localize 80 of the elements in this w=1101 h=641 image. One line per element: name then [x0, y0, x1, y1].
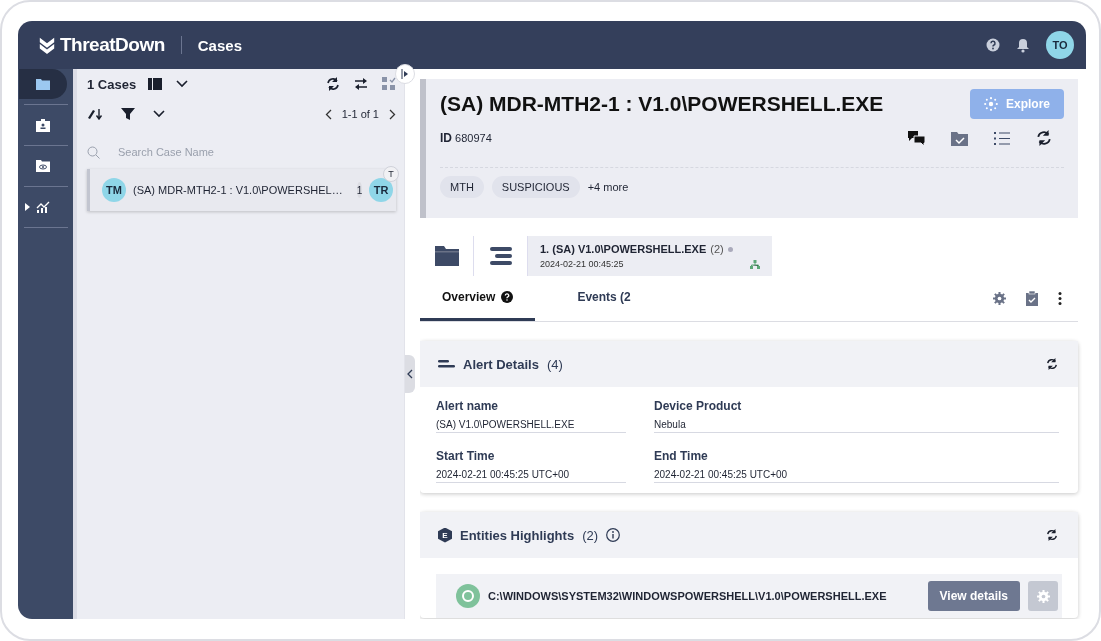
case-id: ID 680974 — [440, 131, 492, 145]
field-value: Nebula — [654, 419, 687, 430]
folder-icon — [35, 78, 50, 90]
info-icon[interactable] — [606, 528, 620, 542]
alert-title: 1. (SA) V1.0\POWERSHELL.EXE — [540, 243, 707, 255]
chevron-logo-icon — [38, 36, 56, 54]
help-icon — [501, 291, 514, 303]
expand-icon — [401, 69, 409, 79]
collapse-panel-handle[interactable] — [405, 355, 415, 393]
view-details-button[interactable]: View details — [927, 581, 1020, 611]
bars-icon — [438, 360, 455, 368]
refresh-icon[interactable] — [326, 77, 340, 91]
assignee-avatar: TR — [369, 178, 394, 202]
field-label: Device Product — [654, 399, 743, 413]
list-lines-icon — [490, 247, 512, 265]
tag: MTH — [440, 176, 484, 198]
alert-card[interactable]: 1. (SA) V1.0\POWERSHELL.EXE (2) 2024-02-21 00:45:25 — [528, 236, 772, 276]
card-title: Alert Details — [463, 356, 539, 372]
folder-check-icon[interactable] — [951, 130, 968, 146]
entity-path: C:\WINDOWS\SYSTEM32\WINDOWSPOWERSHELL\V1.0\POWERSHELL.EXE — [488, 590, 887, 602]
network-icon — [984, 97, 998, 111]
previous-page-icon[interactable] — [324, 108, 332, 120]
id-card-icon — [35, 118, 50, 132]
eye-folder-icon — [35, 160, 50, 172]
field-label: End Time — [654, 449, 709, 463]
field-label: Alert name — [436, 399, 500, 413]
entity-badge: E — [438, 527, 452, 543]
grid-check-icon[interactable] — [382, 77, 396, 91]
case-avatar: TM — [102, 178, 126, 202]
chevron-down-icon[interactable] — [153, 110, 165, 118]
list-icon[interactable] — [994, 131, 1010, 145]
alert-count: 1 — [356, 182, 363, 198]
case-card[interactable]: T TM (SA) MDR-MTH2-1 : V1.0\POWERSHEL… 1 TR — [87, 169, 396, 211]
field-value: (SA) V1.0\POWERSHELL.EXE — [436, 419, 576, 430]
expand-caret-icon — [24, 203, 30, 211]
user-avatar[interactable]: TO — [1046, 31, 1074, 59]
tab[interactable]: Events (2 — [555, 276, 653, 321]
sort-icon[interactable] — [87, 107, 103, 121]
hierarchy-icon — [750, 259, 760, 269]
filter-icon[interactable] — [121, 107, 135, 121]
tag: SUSPICIOUS — [491, 176, 580, 198]
refresh-icon[interactable] — [1046, 529, 1058, 541]
next-page-icon[interactable] — [389, 108, 396, 120]
chat-icon[interactable] — [908, 130, 925, 146]
field-value: 2024-02-21 00:45:25 UTC+00 — [436, 469, 571, 480]
section-title: Cases — [197, 36, 242, 54]
status-dot-icon — [727, 246, 733, 252]
card-count: (2) — [582, 527, 598, 543]
case-title: (SA) MDR-MTH2-1 : V1.0\POWERSHEL… — [133, 184, 343, 196]
field-value: 2024-02-21 00:45:25 UTC+00 — [654, 469, 789, 480]
corner-badge: T — [383, 166, 399, 182]
gear-icon — [1036, 589, 1050, 603]
process-icon — [456, 584, 480, 608]
search-icon — [87, 145, 100, 159]
search-field[interactable]: Search Case Name — [116, 145, 316, 159]
card-count: (4) — [546, 356, 563, 372]
brand-name: ThreatDown — [60, 34, 165, 56]
pagination-label: 1-1 of 1 — [341, 108, 379, 120]
card-title: Entities Highlights — [460, 527, 575, 543]
refresh-icon[interactable] — [1036, 130, 1052, 146]
folder-icon — [435, 246, 459, 266]
more-vertical-icon[interactable] — [1058, 292, 1062, 305]
case-count: 1 Cases — [87, 76, 137, 92]
clipboard-check-icon[interactable] — [1026, 291, 1038, 306]
swap-arrows-icon[interactable] — [354, 77, 368, 91]
layout-icon[interactable] — [148, 78, 163, 90]
refresh-icon[interactable] — [1046, 358, 1058, 370]
gear-icon[interactable] — [993, 292, 1006, 305]
more-tags-link[interactable]: +4 more — [587, 181, 629, 193]
analytics-icon — [35, 201, 50, 213]
notification-bell-icon[interactable] — [1016, 37, 1030, 53]
tab[interactable]: Overview — [420, 276, 536, 321]
chevron-down-icon[interactable] — [176, 80, 189, 88]
nav-item[interactable] — [18, 69, 67, 99]
field-label: Start Time — [436, 449, 496, 463]
case-title-heading: (SA) MDR-MTH2-1 : V1.0\POWERSHELL.EXE — [440, 92, 884, 116]
alert-count: (2) — [710, 243, 724, 255]
alert-time: 2024-02-21 00:45:25 — [540, 259, 624, 269]
chevron-left-icon — [407, 369, 413, 379]
help-icon[interactable] — [986, 38, 1000, 52]
